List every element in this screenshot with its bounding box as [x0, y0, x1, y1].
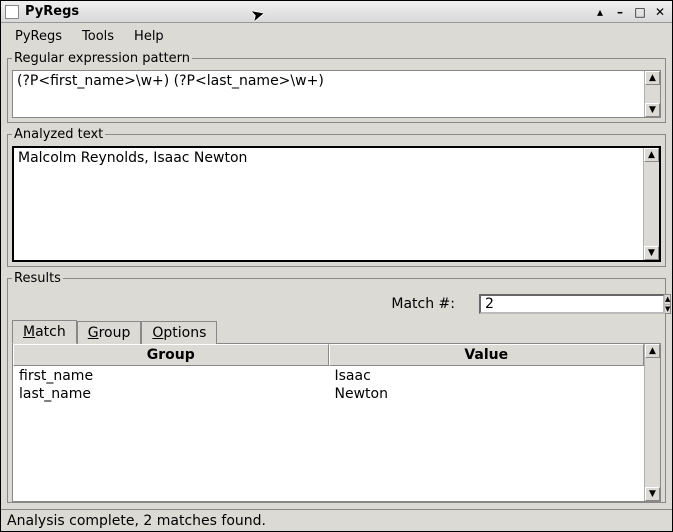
spin-up-icon[interactable]: ▲	[665, 295, 670, 305]
analyzed-scrollbar[interactable]: ▲ ▼	[643, 148, 659, 260]
minimize-button[interactable]: –	[612, 5, 628, 19]
app-icon	[5, 5, 19, 19]
analyzed-section: Analyzed text ▲ ▼	[7, 127, 666, 267]
spin-down-icon[interactable]: ▼	[665, 305, 670, 314]
analyzed-input[interactable]	[14, 148, 643, 260]
tab-options[interactable]: Options	[141, 321, 217, 344]
scroll-up-icon[interactable]: ▲	[645, 344, 660, 358]
cell-value: Newton	[329, 385, 645, 403]
column-value[interactable]: Value	[329, 344, 645, 366]
maximize-button[interactable]: □	[632, 5, 648, 19]
analyzed-legend: Analyzed text	[12, 127, 105, 142]
menu-help[interactable]: Help	[124, 26, 174, 47]
match-number-label: Match #:	[391, 296, 455, 312]
menubar: PyRegs Tools Help	[1, 23, 672, 49]
results-panel: Group Value first_name Isaac last_name N…	[12, 343, 661, 502]
results-table: Group Value first_name Isaac last_name N…	[13, 344, 644, 501]
results-section: Results Match #: ▲ ▼ Match Group Options	[7, 271, 666, 503]
match-number-spinner[interactable]: ▲ ▼	[479, 294, 657, 314]
scroll-up-icon[interactable]: ▲	[645, 71, 660, 85]
table-row[interactable]: first_name Isaac	[13, 367, 644, 385]
tab-match-label: M	[23, 324, 35, 340]
titlebar: PyRegs ▴ – □ ✕ ➤	[1, 1, 672, 23]
pattern-section: Regular expression pattern ▲ ▼	[7, 51, 666, 123]
close-button[interactable]: ✕	[652, 5, 668, 19]
statusbar: Analysis complete, 2 matches found.	[1, 509, 672, 531]
window-title: PyRegs	[25, 4, 79, 19]
pattern-scrollbar[interactable]: ▲ ▼	[644, 71, 660, 117]
scroll-down-icon[interactable]: ▼	[644, 246, 659, 260]
scroll-down-icon[interactable]: ▼	[645, 103, 660, 117]
tab-match[interactable]: Match	[12, 320, 77, 344]
tab-options-label: O	[152, 325, 163, 341]
pattern-legend: Regular expression pattern	[12, 51, 192, 66]
table-scrollbar[interactable]: ▲ ▼	[644, 344, 660, 501]
scroll-up-icon[interactable]: ▲	[644, 148, 659, 162]
menu-pyregs[interactable]: PyRegs	[5, 26, 72, 47]
rollup-button[interactable]: ▴	[592, 5, 608, 19]
tab-group[interactable]: Group	[77, 321, 142, 344]
cell-group: first_name	[13, 367, 329, 385]
table-row[interactable]: last_name Newton	[13, 385, 644, 403]
tab-group-label: G	[88, 325, 99, 341]
status-text: Analysis complete, 2 matches found.	[7, 513, 266, 529]
menu-tools[interactable]: Tools	[72, 26, 124, 47]
cell-value: Isaac	[329, 367, 645, 385]
results-legend: Results	[12, 271, 63, 286]
column-group[interactable]: Group	[13, 344, 329, 366]
pattern-input[interactable]	[13, 71, 644, 117]
results-tabs: Match Group Options	[12, 320, 661, 344]
cell-group: last_name	[13, 385, 329, 403]
scroll-down-icon[interactable]: ▼	[645, 487, 660, 501]
match-number-input[interactable]	[479, 294, 665, 314]
